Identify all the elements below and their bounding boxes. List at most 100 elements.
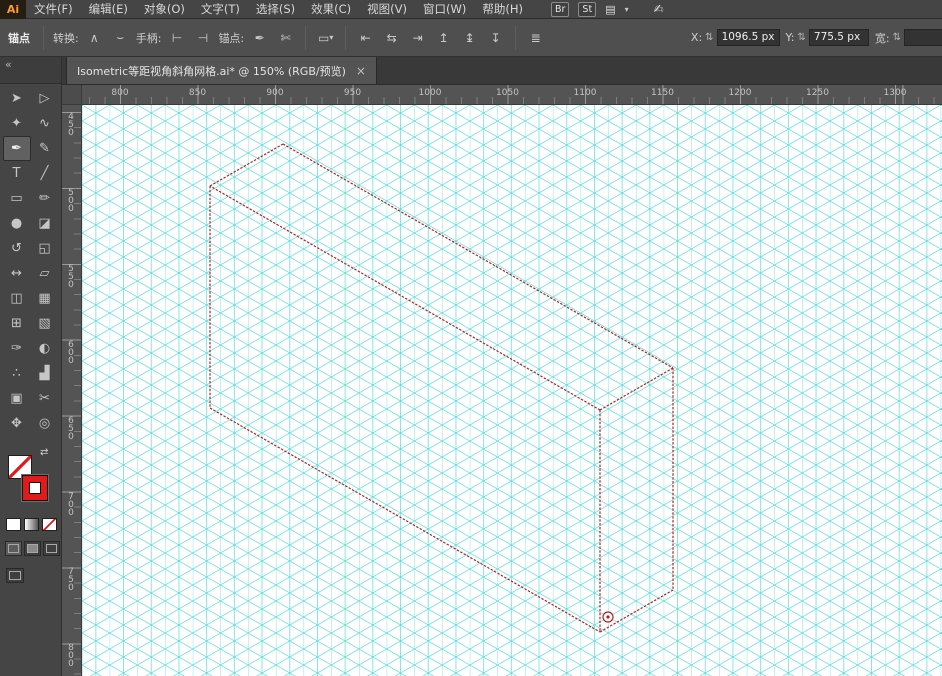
tool-icon: ✎	[39, 141, 50, 156]
selection-tool[interactable]: ➤	[3, 86, 31, 111]
x-value-input[interactable]: 1096.5 px	[716, 29, 780, 46]
menu-item[interactable]: 文字(T)	[193, 0, 248, 19]
blob-brush-tool[interactable]: ●	[3, 211, 31, 236]
tool-icon: ✑	[11, 341, 22, 356]
scale-tool[interactable]: ◱	[31, 236, 59, 261]
document-tab[interactable]: Isometric等距视角斜角网格.ai* @ 150% (RGB/预览) ×	[66, 57, 377, 84]
tool-panel-header: «	[0, 57, 61, 84]
menu-item[interactable]: 选择(S)	[248, 0, 303, 19]
isolate-button[interactable]: ▭ ▾	[315, 28, 336, 48]
menu-item[interactable]: 编辑(E)	[81, 0, 136, 19]
blend-tool[interactable]: ◐	[31, 336, 59, 361]
y-stepper[interactable]: ⇅	[798, 32, 806, 43]
width-value-input[interactable]	[904, 29, 942, 46]
draw-inside-button[interactable]	[43, 541, 60, 556]
tab-close-icon[interactable]: ×	[356, 65, 366, 77]
canvas[interactable]	[82, 105, 942, 676]
rectangle-tool[interactable]: ▭	[3, 186, 31, 211]
menu-item[interactable]: 文件(F)	[26, 0, 81, 19]
screen-mode-button[interactable]	[6, 568, 24, 583]
ruler-label: 800	[66, 643, 76, 668]
gradient-button[interactable]	[24, 518, 39, 531]
cut-path-button[interactable]: ✄	[275, 28, 296, 48]
width-tool[interactable]: ↔	[3, 261, 31, 286]
align-left-button[interactable]: ⇤	[355, 28, 376, 48]
x-field: X: ⇅ 1096.5 px	[691, 29, 780, 46]
hand-tool[interactable]: ✥	[3, 411, 31, 436]
tool-icon: ▣	[10, 391, 23, 406]
workspace-switcher-icon[interactable]: ▤	[605, 3, 615, 16]
ruler-corner[interactable]	[62, 85, 82, 105]
swap-fill-stroke-icon[interactable]: ⇄	[40, 447, 48, 458]
draw-behind-button[interactable]	[24, 541, 41, 556]
ruler-label: 900	[266, 88, 284, 98]
menu-item[interactable]: 帮助(H)	[474, 0, 531, 19]
rotate-tool[interactable]: ↺	[3, 236, 31, 261]
convert-corner-button[interactable]: ∧	[84, 28, 105, 48]
separator	[305, 25, 307, 50]
pencil-tool[interactable]: ✏	[31, 186, 59, 211]
isolate-caret-icon: ▾	[329, 33, 334, 42]
horizontal-ruler[interactable]: 7508008509009501000105011001150120012501…	[82, 85, 942, 105]
menu-item[interactable]: 窗口(W)	[415, 0, 474, 19]
magic-wand-tool[interactable]: ✦	[3, 111, 31, 136]
shape-builder-tool[interactable]: ◫	[3, 286, 31, 311]
x-stepper[interactable]: ⇅	[705, 32, 713, 43]
stock-button[interactable]: St	[578, 1, 597, 17]
align-bottom-button[interactable]: ↧	[485, 28, 506, 48]
tool-icon: ⊞	[11, 316, 22, 331]
symbol-sprayer-tool[interactable]: ∴	[3, 361, 31, 386]
tool-icon: ▟	[39, 366, 50, 381]
column-graph-tool[interactable]: ▟	[31, 361, 59, 386]
zoom-tool[interactable]: ◎	[31, 411, 59, 436]
tool-icon: ▦	[38, 291, 51, 306]
workspace-caret-icon[interactable]: ▾	[625, 5, 629, 14]
direct-selection-tool[interactable]: ▷	[31, 86, 59, 111]
stroke-swatch-hole	[29, 482, 41, 494]
convert-smooth-button[interactable]: ⌣	[110, 28, 131, 48]
eraser-tool[interactable]: ◪	[31, 211, 59, 236]
distribute-button[interactable]: ≣	[525, 28, 546, 48]
tool-icon: ▧	[38, 316, 51, 331]
menu-item[interactable]: 视图(V)	[359, 0, 415, 19]
align-center-button[interactable]: ⇆	[381, 28, 402, 48]
line-segment-tool[interactable]: ╱	[31, 161, 59, 186]
collapse-panel-icon[interactable]: «	[5, 58, 12, 71]
ruler-label: 1150	[651, 88, 674, 98]
hide-handles-button[interactable]: ⊣	[192, 28, 213, 48]
perspective-grid-tool[interactable]: ▦	[31, 286, 59, 311]
vertical-ruler[interactable]: 450 500 550 600 650 700 750 800	[62, 105, 82, 676]
y-label: Y:	[785, 31, 795, 44]
draw-normal-button[interactable]	[5, 541, 22, 556]
width-stepper[interactable]: ⇅	[893, 32, 901, 43]
color-button[interactable]	[6, 518, 21, 531]
tool-icon: ◎	[38, 416, 51, 431]
paintbrush-tool[interactable]: ✎	[31, 136, 59, 161]
ruler-label: 1300	[883, 88, 907, 98]
align-right-button[interactable]: ⇥	[407, 28, 428, 48]
align-middle-button[interactable]: ↨	[459, 28, 480, 48]
control-bar: 锚点 转换: ∧ ⌣ 手柄: ⊢ ⊣ 锚点: ✒ ✄ ▭ ▾ ⇤ ⇆ ⇥ ↥ ↨ …	[0, 19, 942, 57]
slice-tool[interactable]: ✂	[31, 386, 59, 411]
stroke-swatch[interactable]	[21, 474, 49, 502]
menu-item[interactable]: 效果(C)	[303, 0, 359, 19]
ruler-label: 500	[66, 187, 76, 212]
pen-tool[interactable]: ✒	[2, 136, 31, 161]
gradient-tool[interactable]: ▧	[31, 311, 59, 336]
bridge-button[interactable]: Br	[550, 1, 570, 17]
tool-icon: ∴	[12, 366, 21, 381]
draw-mode-buttons	[5, 541, 60, 556]
menu-item[interactable]: 对象(O)	[136, 0, 193, 19]
none-button[interactable]	[42, 518, 57, 531]
artboard-tool[interactable]: ▣	[3, 386, 31, 411]
align-top-button[interactable]: ↥	[433, 28, 454, 48]
y-value-input[interactable]: 775.5 px	[808, 29, 869, 46]
mesh-tool[interactable]: ⊞	[3, 311, 31, 336]
show-handles-button[interactable]: ⊢	[166, 28, 187, 48]
free-transform-tool[interactable]: ▱	[31, 261, 59, 286]
type-tool[interactable]: T	[3, 161, 31, 186]
remove-anchor-button[interactable]: ✒	[249, 28, 270, 48]
eyedropper-tool[interactable]: ✑	[3, 336, 31, 361]
tool-icon: ●	[10, 216, 23, 231]
lasso-tool[interactable]: ∿	[31, 111, 59, 136]
